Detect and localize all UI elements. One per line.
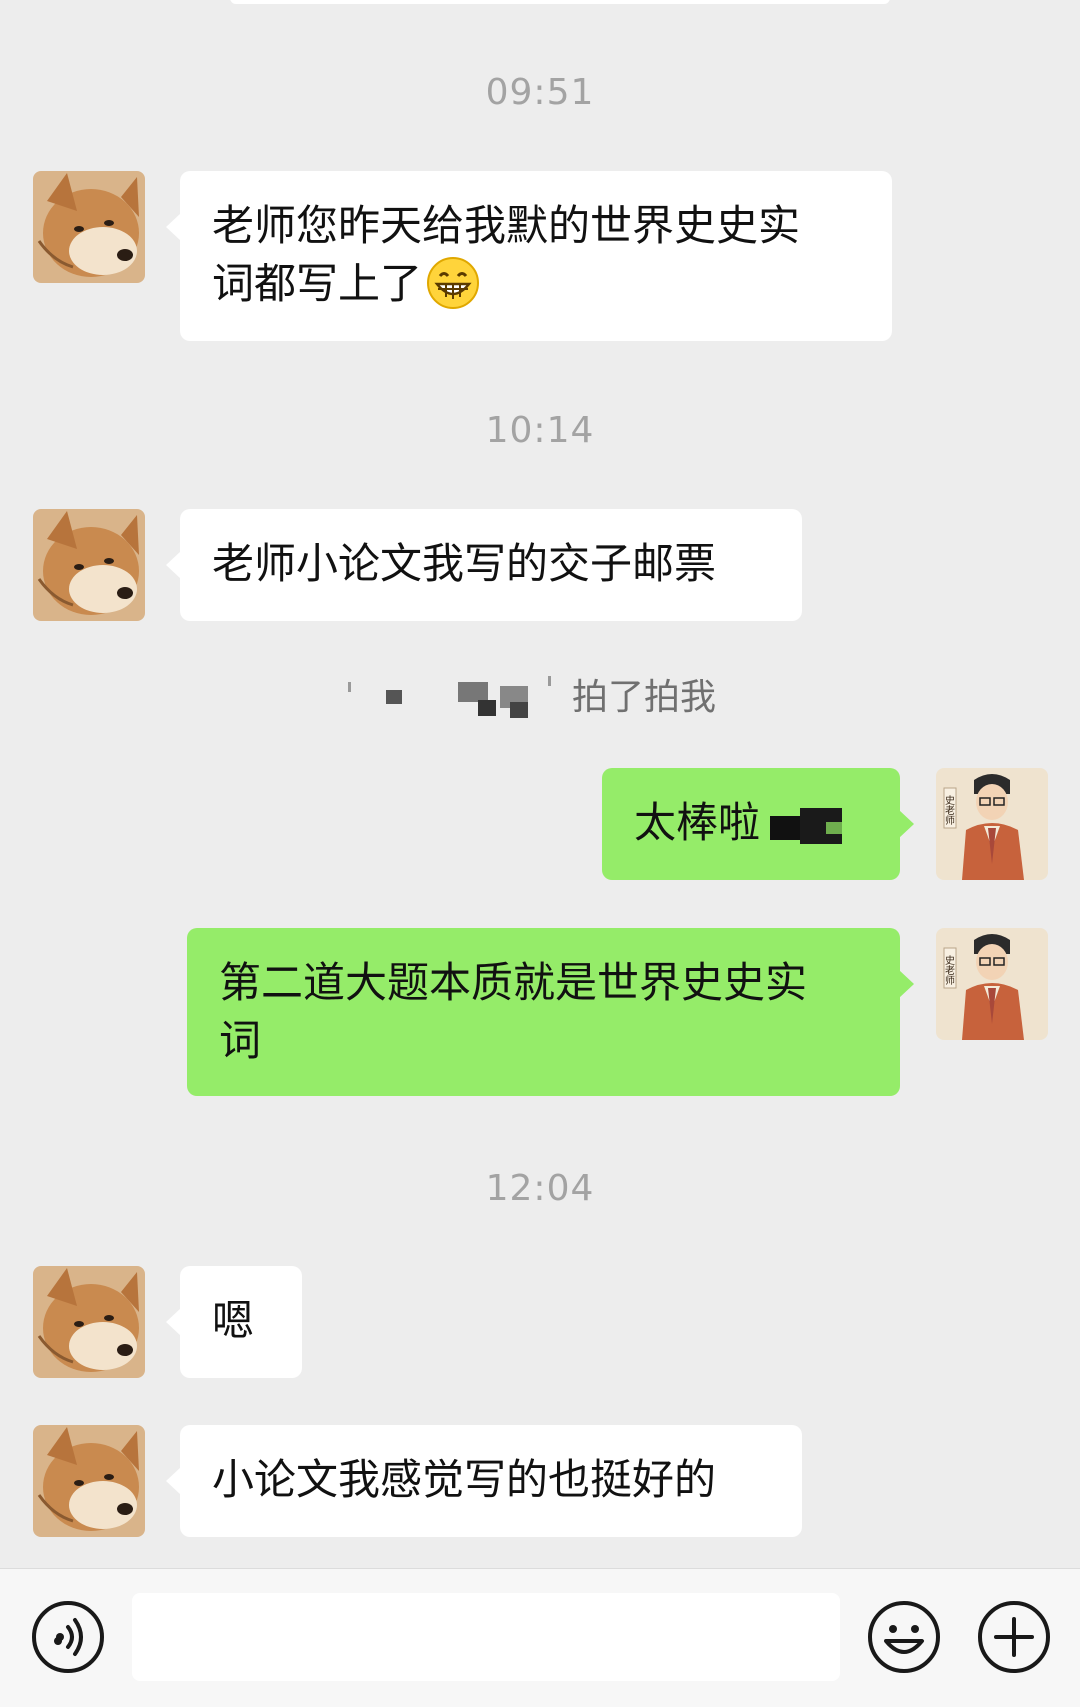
timestamp: 10:14 [485, 410, 595, 451]
message-text: 太棒啦 [634, 798, 761, 847]
message-bubble-received[interactable]: 老师小论文我写的交子邮票 [166, 509, 802, 621]
message-text: 嗯 [212, 1296, 255, 1345]
message-bubble-sent[interactable]: 太棒啦 [602, 768, 914, 880]
message-bubble-received[interactable]: 小论文我感觉写的也挺好的 [166, 1425, 802, 1537]
pat-notice: 拍了拍我 [340, 664, 716, 724]
shiba-inu-icon [33, 1266, 145, 1378]
message-text: 小论文我感觉写的也挺好的 [212, 1455, 717, 1504]
message-text: 第二道大题本质就是世界史史实 [219, 958, 808, 1007]
svg-text:师: 师 [945, 974, 955, 987]
message-bubble-received[interactable]: 嗯 [166, 1266, 302, 1378]
previous-message-edge [230, 0, 890, 4]
redacted-emoji [770, 807, 843, 844]
input-bar [0, 1568, 1080, 1707]
student-avatar[interactable] [33, 1266, 145, 1378]
shiba-inu-icon [33, 171, 145, 283]
grinning-face-icon [426, 256, 480, 310]
pat-text: 拍了拍我 [572, 677, 717, 718]
plus-icon[interactable] [976, 1599, 1052, 1675]
message-bubble-received[interactable]: 老师您昨天给我默的世界史史实 词都写上了 [166, 171, 892, 341]
svg-text:师: 师 [945, 814, 955, 827]
message-text: 老师小论文我写的交子邮票 [212, 539, 717, 588]
message-text-line2: 词都写上了 [212, 255, 860, 314]
message-text: 词都写上了 [212, 259, 423, 308]
message-bubble-sent[interactable]: 第二道大题本质就是世界史史实 词 [187, 928, 914, 1096]
teacher-avatar[interactable]: 史 老 师 [936, 768, 1048, 880]
student-avatar[interactable] [33, 509, 145, 621]
shiba-inu-icon [33, 509, 145, 621]
timestamp: 09:51 [485, 72, 595, 113]
chat-area: 09:51 老师您昨天给我默的世界史史实 词都写上了 10:14 老师小论文我写… [0, 0, 1080, 1568]
student-avatar[interactable] [33, 1425, 145, 1537]
message-text: 老师您昨天给我默的世界史史实 [212, 201, 801, 250]
timestamp: 12:04 [485, 1168, 595, 1209]
teacher-avatar-icon: 史 老 师 [936, 768, 1048, 880]
teacher-avatar[interactable]: 史 老 师 [936, 928, 1048, 1040]
teacher-avatar-icon: 史 老 师 [936, 928, 1048, 1040]
shiba-inu-icon [33, 1425, 145, 1537]
student-avatar[interactable] [33, 171, 145, 283]
redacted-name [340, 666, 560, 722]
message-input[interactable] [132, 1593, 840, 1681]
emoji-icon[interactable] [866, 1599, 942, 1675]
voice-icon[interactable] [30, 1599, 106, 1675]
message-text: 词 [219, 1016, 262, 1065]
